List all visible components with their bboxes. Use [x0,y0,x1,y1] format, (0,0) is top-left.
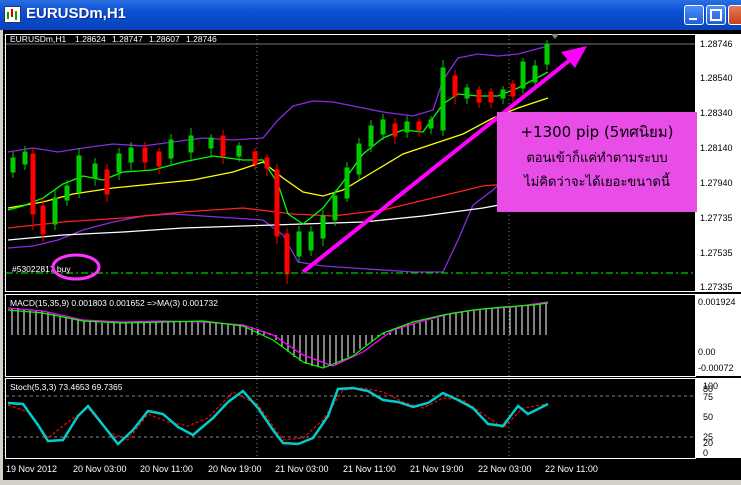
stoch-axis-label: 50 [703,412,713,422]
annotation-line-3: ไม่คิดว่าจะได้เยอะขนาดนี้ [524,175,670,190]
time-label: 21 Nov 03:00 [275,464,329,474]
maximize-icon [710,9,722,21]
vertical-grid [4,35,510,458]
time-axis: 19 Nov 2012 20 Nov 03:00 20 Nov 11:00 20… [6,464,598,474]
macd-axis-label: 0.001924 [698,297,736,307]
time-label: 21 Nov 11:00 [343,464,396,474]
minimize-icon [689,18,697,20]
stoch-axis-label: 20 [703,438,713,448]
price-label: 1.27535 [700,248,733,258]
price-label: 1.28540 [700,73,733,83]
price-label: 1.27940 [700,178,733,188]
shift-marker-icon [551,34,559,39]
chart-canvas[interactable]: 1.28746 1.28540 1.28340 1.28140 1.27940 … [3,30,741,480]
price-label: 1.28340 [700,108,733,118]
annotation-line-1: +1300 pip (5ทศนิยม) [520,123,674,141]
stoch-axis-label: 75 [703,392,713,402]
macd-label: MACD(15,35,9) 0.001803 0.001652 =>MA(3) … [10,298,218,308]
time-label: 22 Nov 03:00 [478,464,532,474]
time-label: 20 Nov 11:00 [140,464,193,474]
time-label: 21 Nov 19:00 [410,464,464,474]
candlesticks [10,40,550,284]
price-label: 1.28140 [700,143,733,153]
macd-ma-line [7,302,549,369]
maximize-button[interactable] [706,5,726,25]
price-label: 1.27735 [700,213,733,223]
time-label: 20 Nov 19:00 [208,464,262,474]
chart-header-high: 1.28747 [112,34,143,44]
chart-header-close: 1.28746 [186,34,217,44]
stoch-levels [6,395,695,438]
annotation-line-2: ตอนเข้าก็แค่ทำตามระบบ [526,151,668,166]
chart-header-open: 1.28624 [75,34,106,44]
time-label: 20 Nov 03:00 [73,464,127,474]
title-bar: EURUSDm,H1 [0,0,741,30]
window-title: EURUSDm,H1 [26,5,127,22]
time-label: 22 Nov 11:00 [545,464,598,474]
macd-axis-label: -0.00072 [698,363,734,373]
annotation-note: +1300 pip (5ทศนิยม) ตอนเข้าก็แค่ทำตามระบ… [497,112,697,212]
order-label: #53022817 buy [12,264,71,274]
close-button[interactable] [728,5,741,25]
stoch-axis-label: 0 [703,448,708,458]
chart-window-icon [4,6,21,23]
price-label: 1.28746 [700,39,733,49]
chart-header-symbol: EURUSDm,H1 [10,34,66,44]
price-label: 1.27335 [700,282,733,292]
chart-header-low: 1.28607 [149,34,180,44]
macd-axis-label: 0.00 [698,347,716,357]
chart-area[interactable]: 1.28746 1.28540 1.28340 1.28140 1.27940 … [3,30,741,480]
minimize-button[interactable] [684,5,704,25]
time-label: 19 Nov 2012 [6,464,57,474]
stoch-label: Stoch(5,3,3) 73.4653 69.7365 [10,382,123,392]
